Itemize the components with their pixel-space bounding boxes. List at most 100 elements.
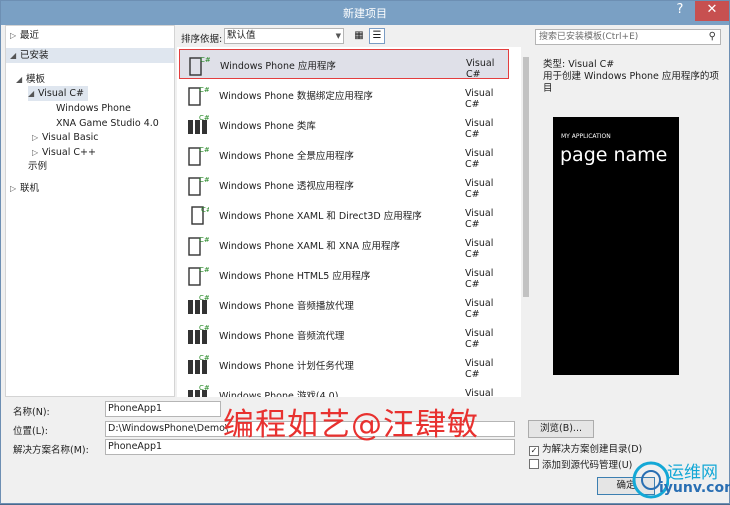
agent-icon: C# [188,324,209,344]
project-name-field[interactable]: PhoneApp1 [105,401,221,417]
tree-item-windows-phone[interactable]: Windows Phone [56,101,131,116]
watermark-text: 编程如艺@汪肆敏 [223,407,479,443]
phone-landscape-icon: C# [191,206,209,225]
help-icon[interactable]: ? [667,1,693,21]
template-lang: Visual C# [465,358,494,380]
list-scrollbar[interactable] [521,47,531,397]
template-row[interactable]: C# Windows Phone 全景应用程序 Visual C# [179,140,509,170]
collapse-arrow-icon[interactable]: ◢ [16,72,26,87]
tree-item-label: Visual C# [38,88,84,99]
expand-arrow-icon[interactable]: ▷ [10,181,20,196]
template-lang: Visual C# [465,238,494,260]
search-placeholder: 搜索已安装模板(Ctrl+E) [539,32,639,42]
tree-item-label: Visual Basic [42,132,99,143]
svg-text:C#: C# [199,384,209,392]
preview-app-title: MY APPLICATION [561,133,611,140]
tree-item-visual-csharp[interactable]: ◢ Visual C# [28,86,88,101]
tree-item-xna[interactable]: XNA Game Studio 4.0 [56,116,159,131]
template-lang: Visual C# [465,178,494,200]
checkbox-label: 添加到源代码管理(U) [542,460,633,471]
close-icon[interactable]: ✕ [695,1,729,21]
collapse-arrow-icon[interactable]: ◢ [10,48,20,63]
search-input[interactable]: 搜索已安装模板(Ctrl+E) ⚲ [535,29,721,45]
template-row[interactable]: C# Windows Phone 类库 Visual C# [179,110,509,140]
site-logo: 运维网 iyunv.com [629,456,730,505]
expand-arrow-icon[interactable]: ▷ [10,28,20,43]
tree-item-installed[interactable]: ◢ 已安装 [6,48,174,63]
sort-value: 默认值 [227,30,256,41]
collapse-arrow-icon[interactable]: ◢ [28,86,38,101]
template-name: Windows Phone 音频播放代理 [219,301,354,312]
sort-dropdown[interactable]: 默认值 ▼ [224,28,344,44]
svg-text:C#: C# [200,56,210,64]
template-lang: Visual C# [465,388,494,397]
sort-label: 排序依据: [181,34,223,45]
template-row[interactable]: C# Windows Phone 游戏(4.0) Visual C# [179,380,509,397]
search-icon[interactable]: ⚲ [709,30,716,44]
template-list: C# Windows Phone 应用程序 Visual C# C# Windo… [177,47,521,397]
window-title: 新建项目 [343,7,387,20]
template-lang: Visual C# [465,88,494,110]
list-view-icon[interactable]: ☰ [369,28,385,44]
phone-app-icon: C# [188,86,209,106]
template-row[interactable]: C# Windows Phone 透视应用程序 Visual C# [179,170,509,200]
template-name: Windows Phone 全景应用程序 [219,151,354,162]
new-project-dialog: 新建项目 ? ✕ ▷ 最近 ◢ 已安装 ◢ 模板 ◢ Visual C# Windows… [0,0,730,504]
template-lang: Visual C# [466,58,495,80]
template-name: Windows Phone 应用程序 [220,61,336,72]
tree-item-label: 模板 [26,74,46,85]
location-label: 位置(L): [13,426,48,437]
phone-app-icon: C# [189,56,210,76]
phone-app-icon: C# [188,236,209,256]
expand-arrow-icon[interactable]: ▷ [32,130,42,145]
game-icon: C# [188,384,209,397]
logo-url: iyunv.com [659,480,730,496]
checkbox-checked-icon[interactable]: ✓ [529,446,539,456]
add-source-control-checkbox[interactable]: 添加到源代码管理(U) [529,457,632,471]
svg-text:C#: C# [199,324,209,332]
svg-text:C#: C# [199,86,209,94]
template-row[interactable]: C# Windows Phone 音频流代理 Visual C# [179,320,509,350]
tree-item-label: Visual C++ [42,147,96,158]
tree-item-templates[interactable]: ◢ 模板 [16,72,45,87]
name-label: 名称(N): [13,407,50,418]
template-lang: Visual C# [465,148,494,170]
checkbox-unchecked-icon[interactable] [529,459,539,469]
tree-item-online[interactable]: ▷ 联机 [10,181,39,196]
template-lang: Visual C# [465,208,494,230]
create-directory-checkbox[interactable]: ✓ 为解决方案创建目录(D) [529,441,642,456]
svg-text:C#: C# [199,266,209,274]
template-row[interactable]: C# Windows Phone XAML 和 XNA 应用程序 Visual … [179,230,509,260]
tree-item-visual-cpp[interactable]: ▷ Visual C++ [32,145,96,160]
svg-text:C#: C# [199,146,209,154]
tree-item-label: 已安装 [20,50,49,61]
template-row[interactable]: C# Windows Phone 应用程序 Visual C# [179,49,509,80]
template-row[interactable]: C# Windows Phone 计划任务代理 Visual C# [179,350,509,380]
template-name: Windows Phone 数据绑定应用程序 [219,91,373,102]
template-name: Windows Phone 音频流代理 [219,331,345,342]
tree-item-examples[interactable]: 示例 [28,159,47,174]
phone-app-icon: C# [188,146,209,166]
template-preview: MY APPLICATION page name [553,117,679,375]
title-bar: 新建项目 ? ✕ [1,1,729,25]
tree-item-label: 联机 [20,183,40,194]
grid-view-icon[interactable]: ▦ [351,28,367,44]
template-row[interactable]: C# Windows Phone XAML 和 Direct3D 应用程序 Vi… [179,200,509,230]
template-name: Windows Phone 透视应用程序 [219,181,354,192]
tree-item-visual-basic[interactable]: ▷ Visual Basic [32,130,99,145]
scrollbar-thumb[interactable] [523,57,529,297]
template-name: Windows Phone 游戏(4.0) [219,391,339,397]
template-row[interactable]: C# Windows Phone 音频播放代理 Visual C# [179,290,509,320]
expand-arrow-icon[interactable]: ▷ [32,145,42,160]
template-row[interactable]: C# Windows Phone 数据绑定应用程序 Visual C# [179,80,509,110]
tree-item-recent[interactable]: ▷ 最近 [10,28,174,43]
svg-text:C#: C# [199,294,209,302]
template-name: Windows Phone XAML 和 Direct3D 应用程序 [219,211,422,222]
template-row[interactable]: C# Windows Phone HTML5 应用程序 Visual C# [179,260,509,290]
template-type: 类型: Visual C# [543,59,615,70]
svg-text:C#: C# [201,206,209,214]
browse-button[interactable]: 浏览(B)... [528,420,594,438]
svg-text:C#: C# [199,176,209,184]
class-library-icon: C# [188,114,209,134]
chevron-down-icon: ▼ [335,32,341,40]
